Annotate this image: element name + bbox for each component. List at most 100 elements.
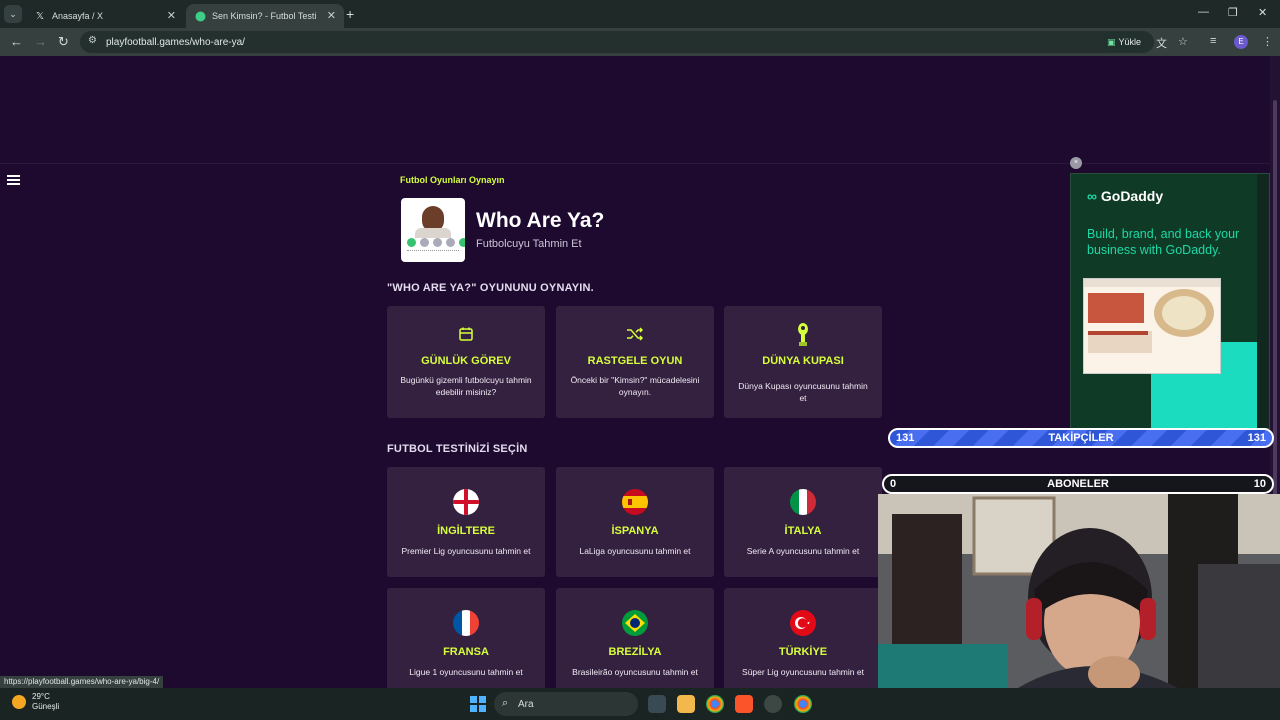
card-title: İNGİLTERE: [437, 525, 495, 537]
reading-list-icon[interactable]: ≡: [1210, 35, 1216, 47]
spain-flag-icon: [622, 489, 648, 515]
obs-icon[interactable]: [764, 695, 782, 713]
restore-icon[interactable]: ❐: [1228, 6, 1238, 19]
france-flag-icon: [453, 610, 479, 636]
hamburger-menu-icon[interactable]: [7, 175, 20, 185]
godaddy-ad[interactable]: ∞ GoDaddy Build, brand, and back your bu…: [1070, 173, 1270, 429]
card-description: Premier Lig oyuncusunu tahmin et: [401, 546, 531, 556]
top-ad-banner: [0, 56, 1270, 164]
upload-label: Yükle: [1118, 37, 1142, 47]
tab-search-chevron-icon[interactable]: ⌄: [4, 5, 22, 23]
quiz-card-spain[interactable]: İSPANYA LaLiga oyuncusunu tahmin et: [556, 467, 714, 577]
subs-label: ABONELER: [1047, 478, 1109, 490]
calendar-icon: [387, 326, 545, 346]
browser-tab-strip: ⌄ 𝕏 Anasayfa / X ✕ Sen Kimsin? - Futbol …: [0, 0, 1280, 28]
brave-icon[interactable]: [735, 695, 753, 713]
card-title: İSPANYA: [611, 525, 659, 537]
upload-button[interactable]: ▣ Yükle: [1102, 32, 1146, 52]
quiz-card-england[interactable]: İNGİLTERE Premier Lig oyuncusunu tahmin …: [387, 467, 545, 577]
mode-card-daily[interactable]: GÜNLÜK GÖREV Bugünkü gizemli futbolcuyu …: [387, 306, 545, 418]
close-tab-icon[interactable]: ✕: [327, 9, 336, 22]
address-bar[interactable]: ⚙ playfootball.games/who-are-ya/: [80, 31, 1154, 53]
minimize-icon[interactable]: —: [1198, 6, 1209, 18]
tab-x-home[interactable]: 𝕏 Anasayfa / X ✕: [26, 4, 184, 28]
site-favicon-icon: [194, 10, 206, 22]
menu-kebab-icon[interactable]: ⋮: [1262, 35, 1273, 48]
card-title: DÜNYA KUPASI: [762, 355, 844, 367]
close-window-icon[interactable]: ✕: [1258, 6, 1267, 19]
url-text: playfootball.games/who-are-ya/: [106, 36, 245, 48]
tab-title: Sen Kimsin? - Futbol Testi: [212, 11, 317, 21]
chrome-icon[interactable]: [706, 695, 724, 713]
card-title: İTALYA: [784, 525, 822, 537]
game-logo-image: [401, 198, 465, 262]
ad-screenshot-image: [1083, 278, 1221, 374]
england-flag-icon: [453, 489, 479, 515]
chrome-profile-icon[interactable]: [794, 695, 812, 713]
ad-text: Build, brand, and back your business wit…: [1087, 227, 1240, 257]
search-label: Ara: [518, 698, 534, 710]
subscribers-goal-bar: 0 ABONELER 10: [882, 474, 1274, 494]
close-tab-icon[interactable]: ✕: [167, 9, 176, 22]
modes-heading: "WHO ARE YA?" OYUNUNU OYNAYIN.: [387, 282, 594, 294]
card-title: BREZİLYA: [608, 646, 662, 658]
translate-icon[interactable]: 文: [1156, 35, 1167, 51]
file-explorer-icon[interactable]: [677, 695, 695, 713]
card-title: TÜRKİYE: [778, 646, 828, 658]
weather-widget[interactable]: 29°C Güneşli: [12, 692, 59, 712]
x-logo-icon: 𝕏: [35, 10, 45, 22]
card-title: FRANSA: [443, 646, 489, 658]
windows-taskbar: 29°C Güneşli ⌕ Ara: [0, 688, 1280, 720]
forward-icon[interactable]: →: [34, 34, 47, 49]
upload-icon: ▣: [1106, 36, 1116, 47]
quizzes-heading: FUTBOL TESTİNİZİ SEÇİN: [387, 443, 528, 455]
status-bar-url: https://playfootball.games/who-are-ya/bi…: [0, 676, 164, 688]
bookmark-star-icon[interactable]: ☆: [1178, 35, 1188, 48]
card-description: Bugünkü gizemli futbolcuyu tahmin edebil…: [400, 375, 532, 397]
card-description: Önceki bir "Kimsin?" mücadelesini oynayı…: [570, 375, 700, 397]
temperature: 29°C: [32, 692, 50, 701]
card-description: Ligue 1 oyuncusunu tahmin et: [409, 667, 523, 677]
card-description: Süper Lig oyuncusunu tahmin et: [742, 667, 864, 677]
brazil-flag-icon: [622, 610, 648, 636]
reload-icon[interactable]: ↻: [58, 34, 69, 50]
mode-card-world-cup[interactable]: DÜNYA KUPASI Dünya Kupası oyuncusunu tah…: [724, 306, 882, 418]
card-title: RASTGELE OYUN: [587, 355, 683, 367]
webcam-feed: [878, 494, 1280, 688]
taskbar-search[interactable]: ⌕ Ara: [494, 692, 638, 716]
card-title: GÜNLÜK GÖREV: [421, 355, 511, 367]
ad-close-icon[interactable]: ×: [1070, 157, 1082, 169]
ad-side-strip: [1257, 174, 1269, 428]
weather-condition: Güneşli: [32, 702, 60, 711]
card-description: LaLiga oyuncusunu tahmin et: [579, 546, 691, 556]
quiz-card-turkey[interactable]: TÜRKİYE Süper Lig oyuncusunu tahmin et: [724, 588, 882, 688]
godaddy-logo: ∞ GoDaddy: [1087, 188, 1164, 204]
quiz-card-brazil[interactable]: BREZİLYA Brasileirão oyuncusunu tahmin e…: [556, 588, 714, 688]
shuffle-icon: [556, 326, 714, 346]
italy-flag-icon: [790, 489, 816, 515]
card-description: Brasileirão oyuncusunu tahmin et: [572, 667, 698, 677]
trophy-icon: [724, 322, 882, 352]
card-description: Dünya Kupası oyuncusunu tahmin et: [738, 381, 868, 403]
followers-label: TAKİPÇİLER: [1048, 432, 1114, 444]
card-description: Serie A oyuncusunu tahmin et: [746, 546, 860, 556]
new-tab-icon[interactable]: +: [346, 6, 354, 22]
page-title: Who Are Ya?: [476, 209, 605, 232]
profile-avatar[interactable]: E: [1234, 35, 1248, 49]
quiz-card-france[interactable]: FRANSA Ligue 1 oyuncusunu tahmin et: [387, 588, 545, 688]
mode-card-random[interactable]: RASTGELE OYUN Önceki bir "Kimsin?" mücad…: [556, 306, 714, 418]
back-icon[interactable]: ←: [10, 34, 23, 49]
followers-goal-bar: 131 TAKİPÇİLER 131: [888, 428, 1274, 448]
site-info-icon[interactable]: ⚙: [88, 35, 97, 46]
tab-title: Anasayfa / X: [52, 11, 104, 21]
task-view-icon[interactable]: [648, 695, 666, 713]
browser-toolbar: ← → ↻ ⚙ playfootball.games/who-are-ya/ ▣…: [0, 28, 1280, 56]
search-icon: ⌕: [502, 697, 509, 709]
quiz-card-italy[interactable]: İTALYA Serie A oyuncusunu tahmin et: [724, 467, 882, 577]
eyebrow-link[interactable]: Futbol Oyunları Oynayın: [400, 175, 505, 185]
windows-start-icon[interactable]: [470, 696, 486, 712]
page-subtitle: Futbolcuyu Tahmin Et: [476, 238, 582, 250]
sun-icon: [12, 695, 26, 709]
tab-who-are-ya[interactable]: Sen Kimsin? - Futbol Testi ✕: [186, 4, 344, 28]
turkey-flag-icon: [790, 610, 816, 636]
